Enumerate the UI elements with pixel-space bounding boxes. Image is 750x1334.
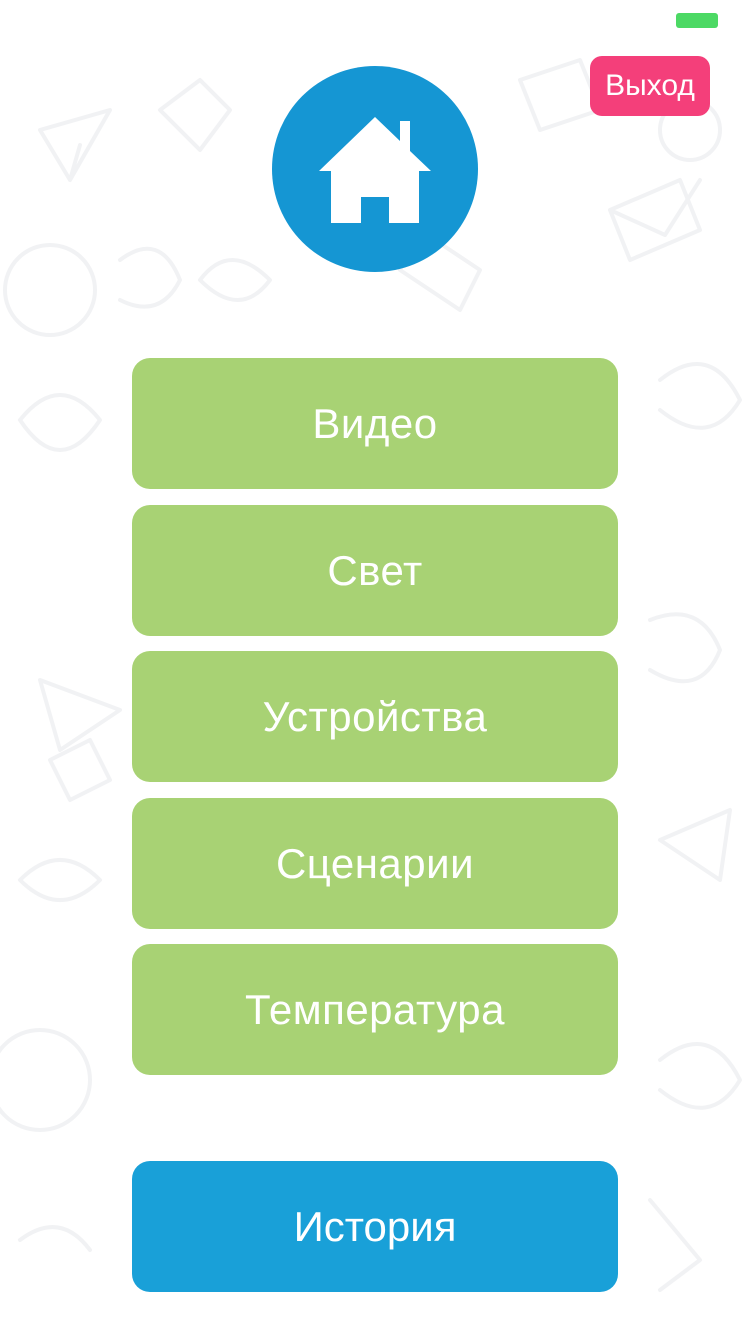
- logout-button[interactable]: Выход: [590, 56, 710, 116]
- menu-button-temperature[interactable]: Температура: [132, 944, 618, 1075]
- menu-button-light[interactable]: Свет: [132, 505, 618, 636]
- house-icon: [319, 117, 431, 223]
- history-button[interactable]: История: [132, 1161, 618, 1292]
- status-bar: [0, 0, 750, 40]
- home-logo: [272, 66, 478, 272]
- main-screen: Выход Видео Свет Устройства Сценарии Тем…: [0, 0, 750, 1334]
- battery-icon: [676, 13, 718, 28]
- menu-button-devices[interactable]: Устройства: [132, 651, 618, 782]
- menu-button-scenarios[interactable]: Сценарии: [132, 798, 618, 929]
- menu-button-video[interactable]: Видео: [132, 358, 618, 489]
